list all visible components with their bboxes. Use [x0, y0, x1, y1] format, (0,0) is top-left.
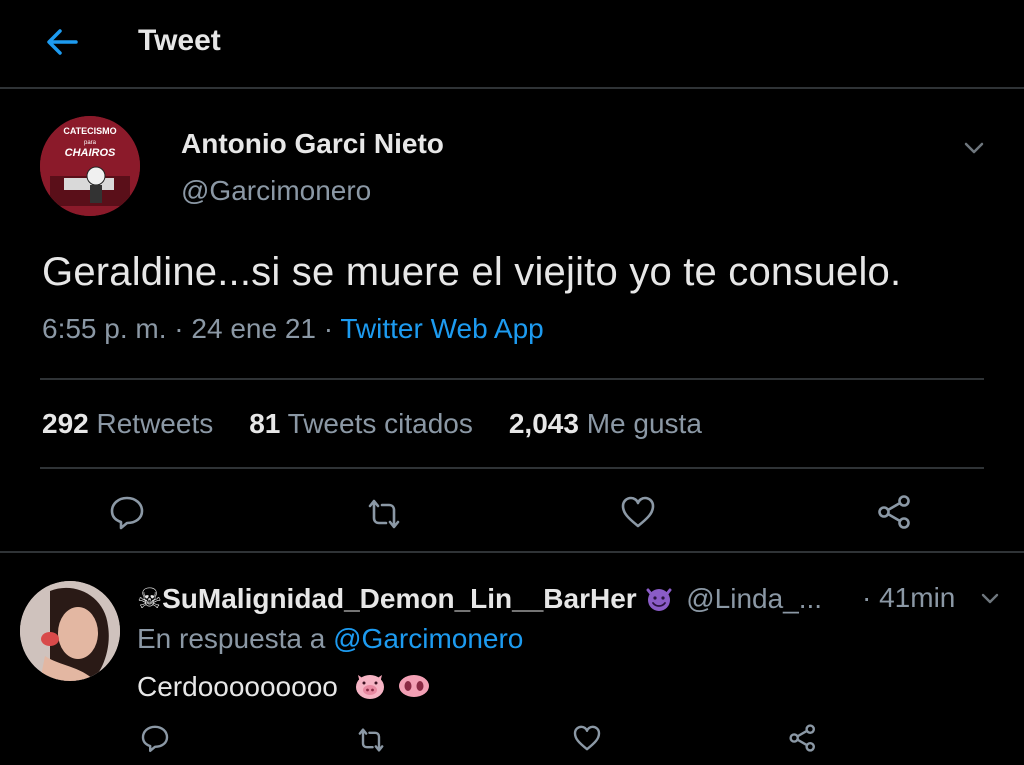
divider	[40, 378, 984, 380]
likes-count: 2,043	[508, 408, 579, 439]
retweets-stat[interactable]: 292 Retweets	[42, 408, 213, 439]
reply-icon[interactable]	[139, 722, 171, 754]
tweet-date: 24 ene 21	[191, 313, 316, 344]
reply-time-wrap: · 41min	[862, 582, 955, 614]
likes-stat[interactable]: 2,043 Me gusta	[509, 408, 702, 439]
like-heart-icon[interactable]	[571, 722, 603, 754]
likes-label: Me gusta	[586, 408, 702, 439]
quote-tweets-label: Tweets citados	[287, 408, 473, 439]
retweets-label: Retweets	[96, 408, 214, 439]
quote-tweets-count: 81	[249, 408, 281, 439]
reply-avatar-image	[20, 581, 120, 681]
avatar-text-3: CHAIROS	[65, 147, 116, 159]
skull-crossbones-icon: ☠	[137, 583, 163, 614]
reply-context-prefix: En respuesta a	[137, 623, 326, 654]
reply-context: En respuesta a @Garcimonero	[137, 623, 523, 655]
page-title: Tweet	[138, 24, 221, 57]
reply-icon[interactable]	[107, 492, 147, 532]
tweet-source-link[interactable]: Twitter Web App	[340, 313, 543, 344]
author-handle[interactable]: @Garcimonero	[181, 175, 371, 207]
chevron-down-icon[interactable]	[978, 590, 1002, 608]
pig-face-icon	[346, 671, 396, 702]
share-icon[interactable]	[875, 492, 915, 532]
divider	[40, 467, 984, 469]
author-name[interactable]: Antonio Garci Nieto	[181, 128, 444, 160]
retweet-icon[interactable]	[364, 494, 404, 534]
reply-text-body: Cerdooooooooo	[137, 671, 338, 702]
avatar-text-1: CATECISMO	[63, 126, 116, 136]
section-divider	[0, 551, 1024, 553]
reply-time: 41min	[879, 582, 956, 613]
chevron-down-icon[interactable]	[960, 138, 988, 158]
avatar-image: CATECISMO para CHAIROS	[40, 116, 140, 216]
back-arrow-icon[interactable]	[44, 26, 80, 58]
meta-separator: ·	[862, 582, 872, 613]
pig-nose-icon	[395, 671, 431, 702]
reply-author-handle[interactable]: @Linda_...	[686, 583, 822, 614]
meta-separator: ·	[323, 313, 341, 344]
reply-author-avatar[interactable]	[20, 581, 120, 681]
reply-text: Cerdooooooooo	[137, 669, 431, 703]
retweets-count: 292	[42, 408, 89, 439]
tweet-text: Geraldine...si se muere el viejito yo te…	[42, 250, 902, 294]
smiling-devil-icon	[637, 583, 683, 614]
tweet-meta: 6:55 p. m. · 24 ene 21 · Twitter Web App	[42, 313, 544, 345]
avatar-text-2: para	[84, 140, 97, 146]
author-avatar[interactable]: CATECISMO para CHAIROS	[40, 116, 140, 216]
reply-header: ☠SuMalignidad_Demon_Lin__BarHer @Linda_.…	[137, 582, 822, 615]
tweet-time: 6:55 p. m.	[42, 313, 167, 344]
like-heart-icon[interactable]	[618, 492, 658, 532]
quote-tweets-stat[interactable]: 81 Tweets citados	[249, 408, 473, 439]
reply-to-mention[interactable]: @Garcimonero	[333, 623, 523, 654]
meta-separator: ·	[174, 313, 192, 344]
reply-author-name[interactable]: SuMalignidad_Demon_Lin__BarHer	[162, 583, 637, 614]
header-divider	[0, 87, 1024, 89]
share-icon[interactable]	[787, 722, 819, 754]
retweet-icon[interactable]	[355, 724, 387, 756]
tweet-stats: 292 Retweets 81 Tweets citados 2,043 Me gu…	[42, 408, 702, 440]
